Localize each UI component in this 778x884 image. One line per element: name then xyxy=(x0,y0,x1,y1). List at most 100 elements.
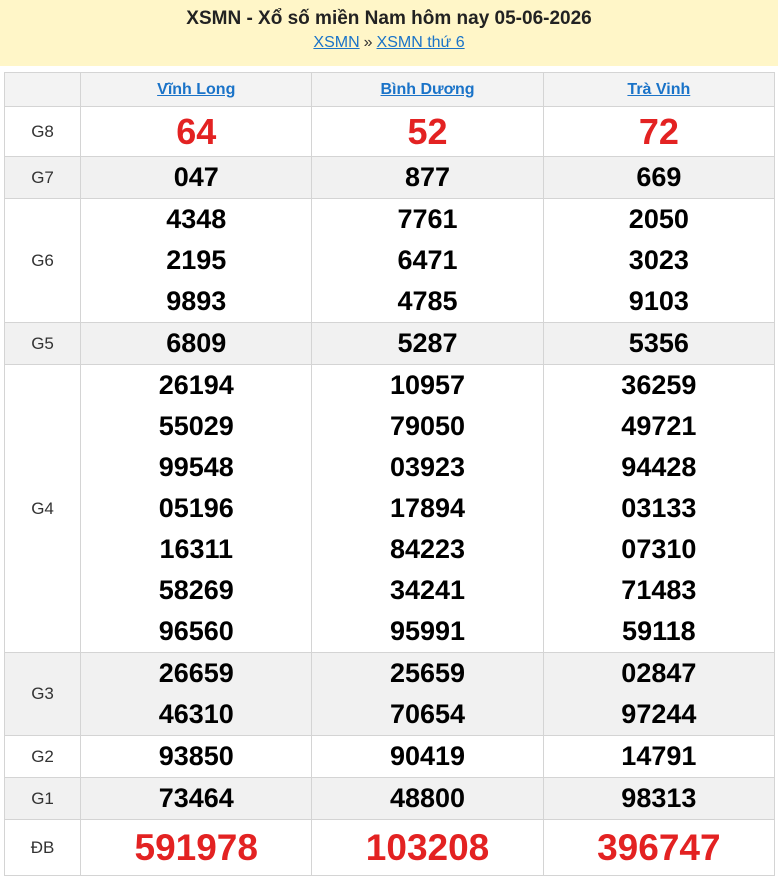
prize-number: 70654 xyxy=(389,699,466,729)
prize-label: G4 xyxy=(3,364,82,653)
prize-number: 5287 xyxy=(397,328,458,358)
page-header: XSMN - Xổ số miền Nam hôm nay 05-06-2026… xyxy=(0,0,778,66)
prize-number: 98313 xyxy=(621,783,697,813)
prize-number: 591978 xyxy=(134,827,258,868)
prize-row-g7: G7 047 877 669 xyxy=(3,156,776,199)
prize-cell: 669 xyxy=(542,156,776,199)
prize-number: 2195 xyxy=(166,245,227,275)
prize-number: 03923 xyxy=(389,452,466,482)
prize-number: 95991 xyxy=(389,616,466,646)
breadcrumb: XSMN» XSMN thứ 6 xyxy=(0,34,778,52)
prize-number: 90419 xyxy=(389,741,466,771)
prize-number: 49721 xyxy=(621,411,697,441)
prize-label: G3 xyxy=(3,652,82,736)
prize-label: G6 xyxy=(3,198,82,323)
prize-cell: 93850 xyxy=(80,735,313,778)
prize-row-g2: G2 93850 90419 14791 xyxy=(3,735,776,778)
breadcrumb-separator: » xyxy=(363,34,373,51)
prize-number: 07310 xyxy=(621,534,697,564)
prize-cell: 4348 2195 9893 xyxy=(80,198,313,323)
prize-number: 047 xyxy=(173,162,219,192)
prize-number: 26659 xyxy=(158,658,234,688)
prize-number: 9893 xyxy=(166,286,227,316)
prize-label: G2 xyxy=(3,735,82,778)
prize-number: 73464 xyxy=(158,783,234,813)
prize-number: 669 xyxy=(636,162,682,192)
prize-number: 7761 xyxy=(397,204,458,234)
prize-cell: 26659 46310 xyxy=(80,652,313,736)
prize-cell: 6809 xyxy=(80,322,313,365)
table-header-row: Vĩnh Long Bình Dương Trà Vinh xyxy=(3,72,776,107)
prize-number: 03133 xyxy=(621,493,697,523)
prize-cell: 98313 xyxy=(542,777,776,820)
prize-number: 99548 xyxy=(158,452,234,482)
prize-number: 6471 xyxy=(397,245,458,275)
prize-number: 93850 xyxy=(158,741,234,771)
prize-number: 97244 xyxy=(621,699,697,729)
prize-label: G5 xyxy=(3,322,82,365)
province-link-vinh-long[interactable]: Vĩnh Long xyxy=(157,81,235,98)
prize-label: G8 xyxy=(3,106,82,157)
prize-label: G7 xyxy=(3,156,82,199)
prize-number: 79050 xyxy=(389,411,466,441)
prize-number: 05196 xyxy=(158,493,234,523)
prize-number: 14791 xyxy=(621,741,697,771)
prize-number: 46310 xyxy=(158,699,234,729)
prize-number: 36259 xyxy=(621,370,697,400)
province-link-tra-vinh[interactable]: Trà Vinh xyxy=(627,81,690,98)
breadcrumb-link-xsmn-thu-6[interactable]: XSMN thứ 6 xyxy=(377,34,465,51)
prize-number: 3023 xyxy=(628,245,689,275)
corner-cell xyxy=(3,72,82,107)
prize-number: 34241 xyxy=(389,575,466,605)
prize-row-g8: G8 64 52 72 xyxy=(3,106,776,157)
prize-number: 9103 xyxy=(628,286,689,316)
prize-cell: 25659 70654 xyxy=(311,652,544,736)
prize-number: 26194 xyxy=(158,370,234,400)
prize-cell: 877 xyxy=(311,156,544,199)
province-header: Vĩnh Long xyxy=(80,72,313,107)
prize-cell: 02847 97244 xyxy=(542,652,776,736)
prize-cell: 103208 xyxy=(311,819,544,876)
prize-number: 02847 xyxy=(621,658,697,688)
prize-number: 4785 xyxy=(397,286,458,316)
prize-cell: 2050 3023 9103 xyxy=(542,198,776,323)
prize-row-db: ĐB 591978 103208 396747 xyxy=(3,819,776,876)
prize-cell: 26194 55029 99548 05196 16311 58269 96560 xyxy=(80,364,313,653)
prize-cell: 10957 79050 03923 17894 84223 34241 95991 xyxy=(311,364,544,653)
prize-label: ĐB xyxy=(3,819,82,876)
prize-number: 59118 xyxy=(622,616,696,646)
prize-cell: 591978 xyxy=(80,819,313,876)
prize-number: 52 xyxy=(407,111,448,152)
prize-number: 96560 xyxy=(158,616,234,646)
breadcrumb-link-xsmn[interactable]: XSMN xyxy=(313,34,359,51)
prize-cell: 5287 xyxy=(311,322,544,365)
prize-number: 17894 xyxy=(389,493,466,523)
prize-cell: 396747 xyxy=(542,819,776,876)
prize-number: 55029 xyxy=(158,411,234,441)
prize-cell: 72 xyxy=(542,106,776,157)
province-header: Trà Vinh xyxy=(542,72,776,107)
prize-row-g5: G5 6809 5287 5356 xyxy=(3,322,776,365)
province-link-binh-duong[interactable]: Bình Dương xyxy=(381,81,475,98)
prize-row-g1: G1 73464 48800 98313 xyxy=(3,777,776,820)
prize-number: 58269 xyxy=(158,575,234,605)
prize-row-g6: G6 4348 2195 9893 7761 6471 4785 2050 3023 9103 xyxy=(3,198,776,323)
prize-number: 48800 xyxy=(389,783,466,813)
prize-cell: 047 xyxy=(80,156,313,199)
prize-number: 103208 xyxy=(365,827,490,868)
prize-cell: 14791 xyxy=(542,735,776,778)
prize-cell: 73464 xyxy=(80,777,313,820)
prize-number: 94428 xyxy=(621,452,697,482)
prize-cell: 7761 6471 4785 xyxy=(311,198,544,323)
prize-number: 4348 xyxy=(166,204,227,234)
prize-number: 64 xyxy=(176,111,217,152)
prize-number: 877 xyxy=(405,162,451,192)
prize-cell: 64 xyxy=(80,106,313,157)
prize-cell: 5356 xyxy=(542,322,776,365)
prize-number: 10957 xyxy=(389,370,466,400)
results-table: Vĩnh Long Bình Dương Trà Vinh G8 64 52 72 G7… xyxy=(3,72,776,876)
prize-number: 72 xyxy=(638,111,679,152)
prize-number: 6809 xyxy=(166,328,227,358)
prize-number: 16311 xyxy=(159,534,234,564)
prize-number: 25659 xyxy=(389,658,466,688)
